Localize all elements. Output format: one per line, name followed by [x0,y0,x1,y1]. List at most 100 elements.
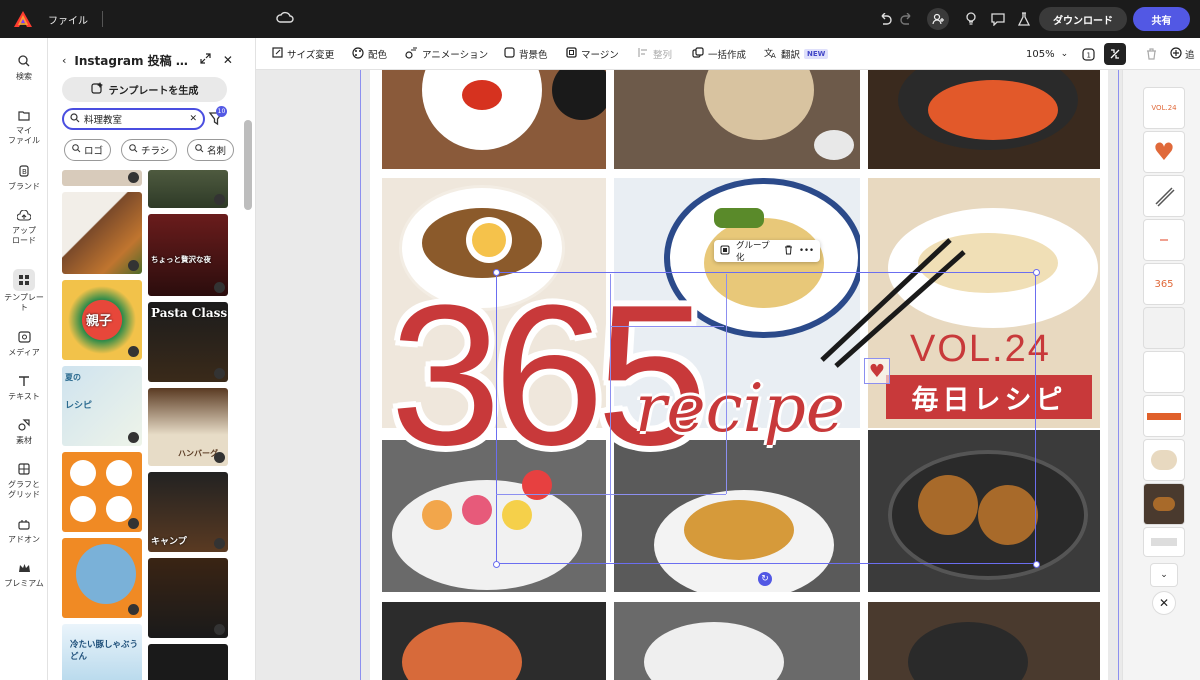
bulk-create-button[interactable]: 一括作成 [692,38,746,70]
template-thumbnail[interactable]: Pasta Class [148,302,228,382]
file-menu[interactable]: ファイル [48,12,88,27]
generate-template-button[interactable]: テンプレートを生成 [62,77,227,102]
rail-item-templates[interactable]: テンプレー ト [0,269,48,313]
template-thumbnail[interactable]: ちょっと贅沢な夜 [148,214,228,296]
food-photo[interactable] [614,602,860,680]
resize-handle[interactable] [493,269,500,276]
rotate-handle-icon[interactable]: ↻ [758,572,772,586]
cloud-icon[interactable] [276,10,294,27]
food-photo[interactable] [868,70,1100,169]
margin-button[interactable]: マージン [566,38,619,70]
thumbnail-text: 夏の [65,373,81,382]
layer-thumbnail[interactable] [1144,220,1184,260]
rail-item-brand[interactable]: B ブランド [0,162,48,192]
selection-box[interactable] [496,272,1036,564]
expand-icon[interactable] [200,53,211,67]
rail-item-elements[interactable]: 素材 [0,416,48,446]
template-thumbnail[interactable] [148,644,228,680]
rail-item-premium[interactable]: プレミアム [0,559,48,589]
undo-icon[interactable] [876,10,894,28]
align-button[interactable]: 整列 [638,38,672,70]
template-thumbnail[interactable] [62,538,142,618]
rail-item-text[interactable]: テキスト [0,372,48,402]
artboard[interactable]: 365 recipe VOL.24 毎日レシピ ♥ ↻ グループ化 ••• [370,70,1108,680]
template-thumbnail[interactable] [62,170,142,186]
resize-button[interactable]: サイズ変更 [272,38,334,70]
layer-thumbnail-heart[interactable]: ♥ [1144,132,1184,172]
rail-item-addons[interactable]: アドオン [0,515,48,545]
panel-scrollbar[interactable] [244,120,252,210]
layer-thumbnail[interactable] [1144,308,1184,348]
close-icon[interactable]: ✕ [223,53,233,67]
lightbulb-icon[interactable] [962,10,980,28]
crown-icon [214,624,225,635]
layer-thumbnail[interactable] [1144,484,1184,524]
download-button[interactable]: ダウンロード [1039,7,1127,31]
translate-label: 翻訳 [781,50,801,61]
search-input[interactable]: 料理教室 ✕ [62,108,205,130]
canvas-area[interactable]: 365 recipe VOL.24 毎日レシピ ♥ ↻ グループ化 ••• [256,70,1122,680]
redo-icon[interactable] [898,10,916,28]
chip-logo[interactable]: ロゴ [64,139,112,161]
back-chevron-icon[interactable]: ‹ [62,54,66,67]
background-color-button[interactable]: 背景色 [504,38,548,70]
food-photo[interactable] [614,70,860,169]
rail-item-media[interactable]: メディア [0,328,48,358]
color-scheme-button[interactable]: 配色 [352,38,387,70]
template-thumbnail[interactable] [62,192,142,274]
comment-icon[interactable] [989,10,1007,28]
flask-icon[interactable] [1015,10,1033,28]
layer-thumbnail[interactable]: 365 [1144,264,1184,304]
rail-item-upload[interactable]: アップ ロード [0,206,48,246]
page-count-icon[interactable]: 1 [1082,38,1095,70]
clear-search-icon[interactable]: ✕ [189,114,197,124]
layer-thumbnail[interactable]: VOL.24 [1144,88,1184,128]
crown-icon [128,172,139,183]
food-photo[interactable] [868,602,1100,680]
chip-flyer[interactable]: チラシ [121,139,178,161]
resize-handle[interactable] [493,561,500,568]
add-page-label: 追 [1185,50,1195,61]
template-thumbnail[interactable] [148,558,228,638]
layer-thumbnail-chopsticks[interactable] [1144,176,1184,216]
layer-thumbnail[interactable] [1144,528,1184,556]
delete-page-icon[interactable] [1146,38,1157,70]
scroll-down-button[interactable]: ⌄ [1151,564,1177,586]
template-thumbnail[interactable]: 冷たい豚しゃぶうどん [62,624,142,680]
resize-handle[interactable] [1033,269,1040,276]
zoom-control[interactable]: 105% ⌄ [1026,38,1068,70]
template-thumbnail[interactable] [148,170,228,208]
template-thumbnail[interactable]: 親子 [62,280,142,360]
group-icon[interactable] [720,245,730,258]
crown-icon [214,194,225,205]
thumbnail-text: ハンバーグ [178,449,218,458]
trash-icon[interactable] [784,245,793,258]
group-button[interactable]: グループ化 [736,239,778,263]
add-page-button[interactable]: 追 [1170,38,1195,70]
rail-item-my-files[interactable]: マイ ファイル [0,106,48,146]
chopsticks-icon [1155,187,1175,207]
template-thumbnail[interactable] [62,452,142,532]
rail-item-search[interactable]: 検索 [0,52,48,82]
template-thumbnail[interactable]: キャンプ [148,472,228,552]
animation-button[interactable]: アニメーション [405,38,488,70]
adobe-express-logo[interactable] [8,0,38,38]
chip-business-card[interactable]: 名刺 [187,139,235,161]
layer-thumbnail[interactable] [1144,396,1184,436]
invite-user-icon[interactable] [927,8,949,30]
food-photo[interactable] [382,602,606,680]
layer-thumbnail[interactable] [1144,440,1184,480]
sparkle-icon [91,82,103,97]
resize-label: サイズ変更 [287,50,335,61]
share-button[interactable]: 共有 [1133,7,1190,31]
template-thumbnail[interactable]: 夏の レシピ [62,366,142,446]
resize-handle[interactable] [1033,561,1040,568]
rail-item-graphs-grids[interactable]: グラフと グリッド [0,460,48,500]
more-icon[interactable]: ••• [799,246,814,256]
close-icon[interactable]: ✕ [1153,592,1175,614]
translate-button[interactable]: 文 A 翻訳 NEW [764,38,829,70]
food-photo[interactable] [382,70,606,169]
template-thumbnail[interactable]: ハンバーグ [148,388,228,466]
layers-toggle-icon[interactable] [1104,43,1126,65]
layer-thumbnail[interactable] [1144,352,1184,392]
